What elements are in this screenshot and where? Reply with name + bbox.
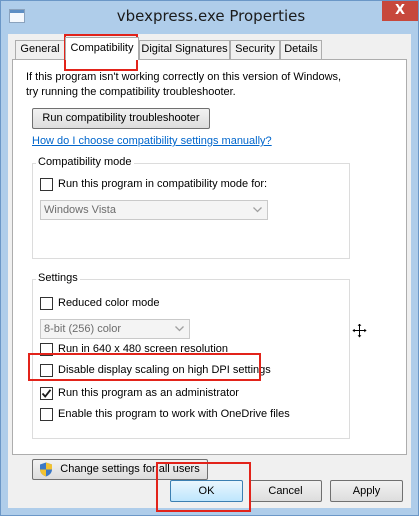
move-cursor-icon [352, 323, 367, 338]
apply-button[interactable]: Apply [330, 480, 403, 502]
os-version-select-value: Windows Vista [44, 204, 116, 216]
run-troubleshooter-button[interactable]: Run compatibility troubleshooter [32, 108, 210, 129]
close-icon: X [394, 3, 406, 18]
settings-group-label: Settings [36, 272, 80, 284]
window-title: vbexpress.exe Properties [116, 7, 306, 25]
title-bar[interactable]: vbexpress.exe Properties X [1, 1, 418, 34]
checkmark-icon [41, 389, 52, 398]
compatibility-mode-label: Run this program in compatibility mode f… [58, 178, 268, 190]
onedrive-label: Enable this program to work with OneDriv… [58, 408, 290, 420]
chevron-down-icon [253, 207, 262, 213]
os-version-select[interactable]: Windows Vista [40, 200, 268, 220]
tab-digital-signatures[interactable]: Digital Signatures [139, 40, 230, 59]
compatibility-help-link[interactable]: How do I choose compatibility settings m… [32, 135, 272, 147]
onedrive-checkbox[interactable] [40, 408, 53, 421]
reduced-color-checkbox[interactable] [40, 297, 53, 310]
compatibility-mode-group-label: Compatibility mode [36, 156, 134, 168]
compatibility-mode-checkbox[interactable] [40, 178, 53, 191]
window-app-icon[interactable] [9, 9, 25, 23]
color-depth-select-value: 8-bit (256) color [44, 323, 122, 335]
compatibility-tab-panel: If this program isn't working correctly … [12, 59, 407, 480]
intro-line-2: try running the compatibility troublesho… [26, 86, 236, 98]
color-depth-select[interactable]: 8-bit (256) color [40, 319, 190, 339]
intro-line-1: If this program isn't working correctly … [26, 71, 342, 83]
tab-security[interactable]: Security [230, 40, 280, 59]
close-button[interactable]: X [382, 1, 418, 21]
uac-shield-icon [40, 462, 52, 477]
properties-window: vbexpress.exe Properties X General Compa… [0, 0, 419, 516]
tab-general[interactable]: General [15, 40, 65, 59]
reduced-color-label: Reduced color mode [58, 297, 160, 309]
intro-text: If this program isn't working correctly … [26, 70, 341, 100]
run-as-admin-label: Run this program as an administrator [58, 387, 239, 399]
run-as-admin-highlight [28, 353, 261, 381]
ok-button-highlight [156, 462, 251, 512]
chevron-down-icon [175, 326, 184, 332]
tab-details[interactable]: Details [280, 40, 322, 59]
run-as-admin-checkbox[interactable] [40, 387, 53, 400]
tab-compatibility[interactable]: Compatibility [65, 37, 139, 60]
cancel-button[interactable]: Cancel [249, 480, 322, 502]
dialog-client-area: General Compatibility Digital Signatures… [8, 34, 411, 508]
